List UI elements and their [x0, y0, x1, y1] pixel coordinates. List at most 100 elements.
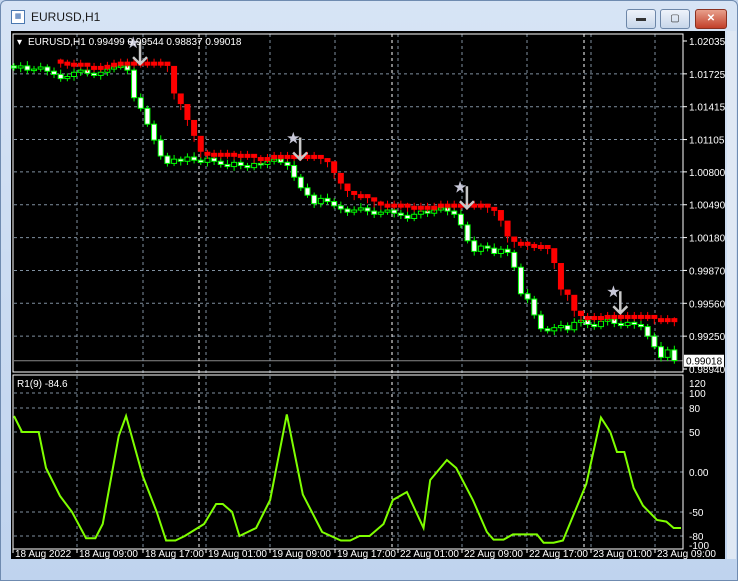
- bear-candle: [371, 210, 378, 215]
- chart-canvas[interactable]: ★★★★ 1.020351.017251.014151.011051.00800…: [11, 31, 726, 560]
- bear-candle: [217, 160, 224, 165]
- trail-block: [244, 153, 251, 158]
- chart-area[interactable]: ★ ★ ★ ★ 1.02035 1.01725 1.01415 1.01105 1.00800…: [11, 31, 726, 560]
- time-label: 18 Aug 2022: [15, 549, 72, 559]
- trail-block: [644, 314, 651, 319]
- bull-candle: [17, 65, 24, 69]
- trail-block: [391, 203, 398, 208]
- trail-block: [111, 62, 118, 67]
- bull-candle: [377, 211, 384, 215]
- indicator-tick-label: 50: [689, 428, 701, 439]
- trail-block: [497, 210, 504, 221]
- trail-block: [564, 289, 571, 295]
- bear-candle: [291, 165, 298, 178]
- bear-candle: [297, 176, 304, 189]
- bear-candle: [304, 187, 311, 196]
- bear-candle: [404, 214, 411, 220]
- trail-block: [124, 61, 131, 66]
- trail-block: [164, 61, 171, 66]
- trail-block: [511, 236, 518, 242]
- close-button[interactable]: ✕: [695, 9, 727, 29]
- bear-candle: [311, 194, 318, 205]
- trail-block: [151, 61, 158, 66]
- trail-block: [251, 153, 258, 158]
- trail-block: [651, 314, 658, 319]
- trail-block: [637, 314, 644, 319]
- bull-candle: [31, 68, 38, 72]
- trail-block: [197, 135, 204, 152]
- price-tick-label: 1.01725: [689, 70, 725, 81]
- maximize-button[interactable]: ▢: [660, 9, 690, 29]
- bull-candle: [77, 69, 84, 73]
- bear-candle: [57, 73, 64, 80]
- trail-block: [171, 65, 178, 94]
- vertical-scrollbar[interactable]: [727, 31, 736, 559]
- time-label: 19 Aug 01:00: [208, 549, 267, 559]
- bear-candle: [564, 325, 571, 331]
- bull-candle: [551, 327, 558, 332]
- trail-block: [504, 220, 511, 237]
- bear-candle: [44, 66, 51, 72]
- time-label: 19 Aug 09:00: [272, 549, 331, 559]
- trail-block: [211, 152, 218, 157]
- price-tick-label: 1.02035: [689, 37, 725, 48]
- bear-candle: [531, 298, 538, 316]
- bear-candle: [484, 245, 491, 249]
- bear-candle: [464, 224, 471, 242]
- trail-block: [177, 93, 184, 105]
- trail-block: [97, 65, 104, 70]
- trail-block: [191, 119, 198, 136]
- bull-candle: [597, 320, 604, 328]
- bull-candle: [37, 66, 44, 70]
- bull-candle: [317, 197, 324, 205]
- trail-block: [91, 65, 98, 70]
- bear-candle: [324, 197, 331, 203]
- minimize-button[interactable]: ▬: [626, 9, 656, 29]
- trail-block: [631, 314, 638, 319]
- trail-block: [157, 61, 164, 66]
- bull-candle: [251, 162, 258, 169]
- bear-candle: [157, 139, 164, 157]
- trail-block: [371, 197, 378, 202]
- indicator-line: [13, 412, 681, 544]
- trail-block: [384, 203, 391, 208]
- bull-candle: [557, 325, 564, 329]
- bear-candle: [237, 161, 244, 167]
- trail-block: [357, 194, 364, 199]
- indicator-label: R1(9) -84.6: [17, 379, 68, 390]
- price-tick-label: 1.00180: [689, 234, 725, 245]
- bear-candle: [537, 314, 544, 330]
- bear-candle: [131, 69, 138, 99]
- title-bar[interactable]: ▦ EURUSD,H1 ▬ ▢ ✕: [1, 1, 737, 31]
- trail-block: [237, 153, 244, 158]
- trail-block: [671, 318, 678, 323]
- trail-block: [64, 61, 71, 66]
- current-price-label: 0.99018: [686, 357, 723, 368]
- trail-block: [57, 59, 64, 64]
- trail-block: [284, 154, 291, 159]
- bull-candle: [664, 349, 671, 358]
- bull-candle: [231, 161, 238, 168]
- trail-block: [184, 104, 191, 120]
- bear-candle: [451, 210, 458, 215]
- trail-block: [491, 206, 498, 211]
- bear-candle: [544, 328, 551, 332]
- trail-block: [657, 318, 664, 323]
- triangle-down-icon[interactable]: ▾: [17, 37, 22, 48]
- trail-block: [117, 61, 124, 66]
- star-icon: ★: [286, 131, 300, 148]
- bear-candle: [177, 158, 184, 162]
- window-title: EURUSD,H1: [31, 10, 101, 24]
- bull-candle: [477, 245, 484, 252]
- trail-block: [131, 61, 138, 66]
- bear-candle: [144, 107, 151, 125]
- bull-candle: [171, 158, 178, 164]
- bull-candle: [97, 71, 104, 76]
- trail-block: [277, 154, 284, 159]
- price-tick-label: 1.01415: [689, 103, 725, 114]
- bear-candle: [284, 161, 291, 167]
- trail-block: [451, 203, 458, 208]
- bear-candle: [244, 165, 251, 169]
- trail-block: [257, 157, 264, 162]
- bear-candle: [344, 208, 351, 213]
